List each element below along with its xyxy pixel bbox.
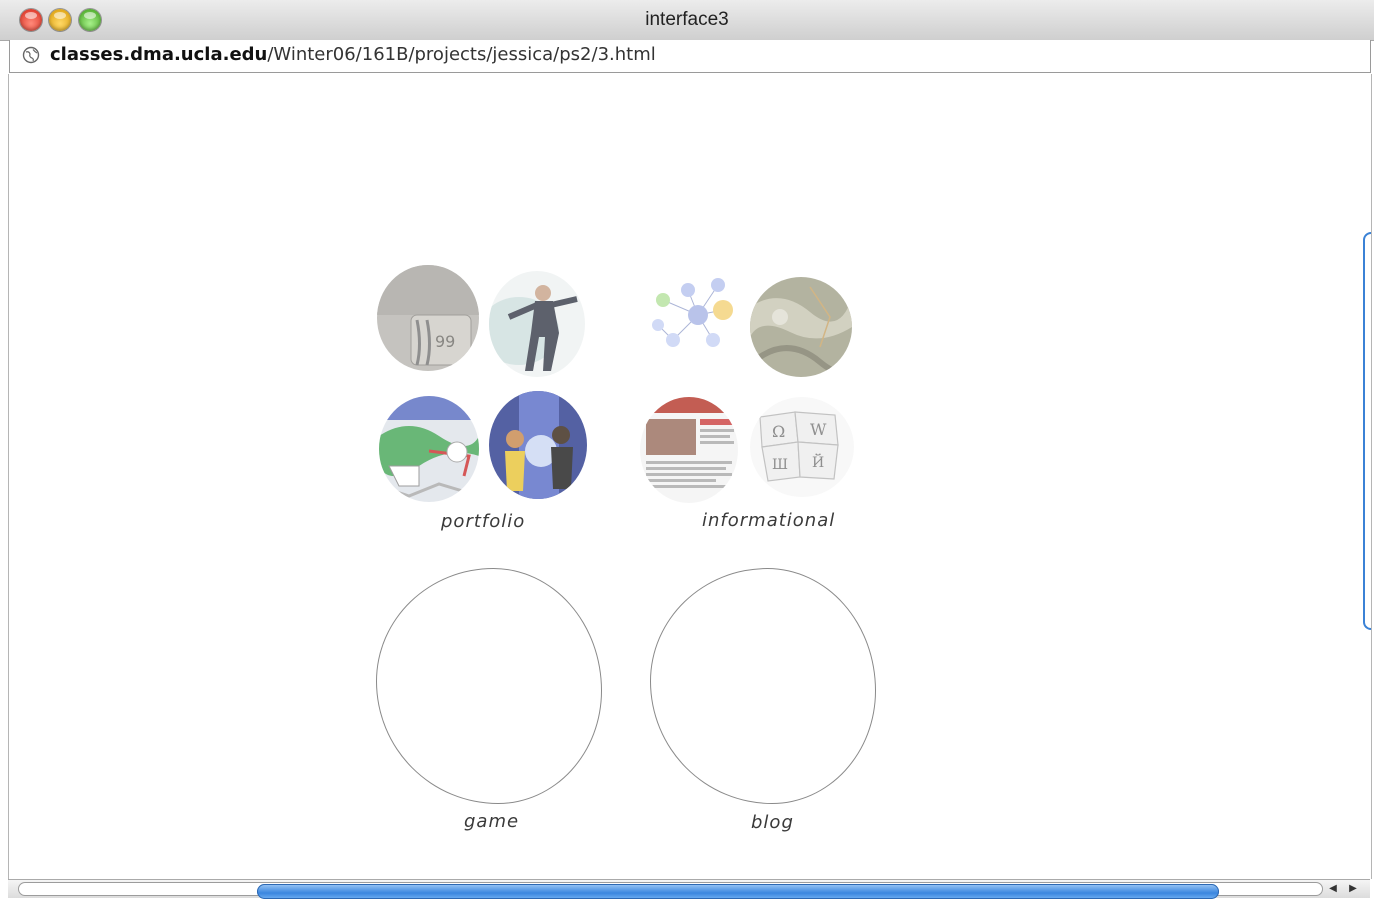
portfolio-thumbnail-3[interactable] — [379, 396, 479, 502]
game-placeholder-circle[interactable] — [376, 568, 602, 804]
svg-text:99: 99 — [435, 332, 455, 351]
svg-text:Й: Й — [812, 452, 824, 471]
url-path: /Winter06/161B/projects/jessica/ps2/3.ht… — [267, 44, 656, 65]
category-label-blog[interactable]: blog — [751, 812, 794, 833]
scroll-left-arrow-icon[interactable]: ◀ — [1326, 882, 1340, 896]
portfolio-thumbnail-4[interactable] — [489, 391, 587, 499]
globe-icon — [22, 46, 40, 64]
horizontal-scrollbar[interactable]: ◀ ▶ — [8, 879, 1370, 899]
informational-thumbnail-4[interactable]: Ω W Ш Й — [750, 397, 854, 497]
portfolio-thumbnail-2[interactable] — [489, 271, 585, 377]
svg-text:W: W — [810, 420, 827, 439]
category-label-portfolio[interactable]: portfolio — [441, 511, 525, 532]
svg-text:Ω: Ω — [772, 422, 785, 441]
informational-thumbnail-1[interactable] — [643, 270, 743, 364]
category-label-game[interactable]: game — [464, 811, 519, 832]
blog-placeholder-circle[interactable] — [650, 568, 876, 804]
window-title: interface3 — [645, 9, 729, 30]
horizontal-scroll-thumb[interactable] — [257, 884, 1219, 899]
informational-thumbnail-3[interactable] — [640, 397, 738, 503]
window-titlebar: interface3 — [0, 0, 1374, 41]
svg-text:Ш: Ш — [772, 457, 788, 473]
url-text[interactable]: classes.dma.ucla.edu/Winter06/161B/proje… — [50, 44, 656, 65]
address-bar[interactable]: classes.dma.ucla.edu/Winter06/161B/proje… — [9, 40, 1371, 73]
informational-thumbnail-2[interactable] — [750, 277, 852, 377]
category-label-informational[interactable]: informational — [702, 510, 835, 531]
horizontal-scroll-track[interactable] — [18, 882, 1323, 899]
scroll-right-arrow-icon[interactable]: ▶ — [1346, 882, 1360, 896]
url-host: classes.dma.ucla.edu — [50, 44, 268, 65]
vertical-scrollbar-thumb[interactable] — [1363, 232, 1371, 630]
portfolio-thumbnail-1[interactable]: 99 — [377, 265, 479, 371]
page-viewport: 99 portfolio Ω W Ш Й informational game … — [8, 74, 1372, 879]
